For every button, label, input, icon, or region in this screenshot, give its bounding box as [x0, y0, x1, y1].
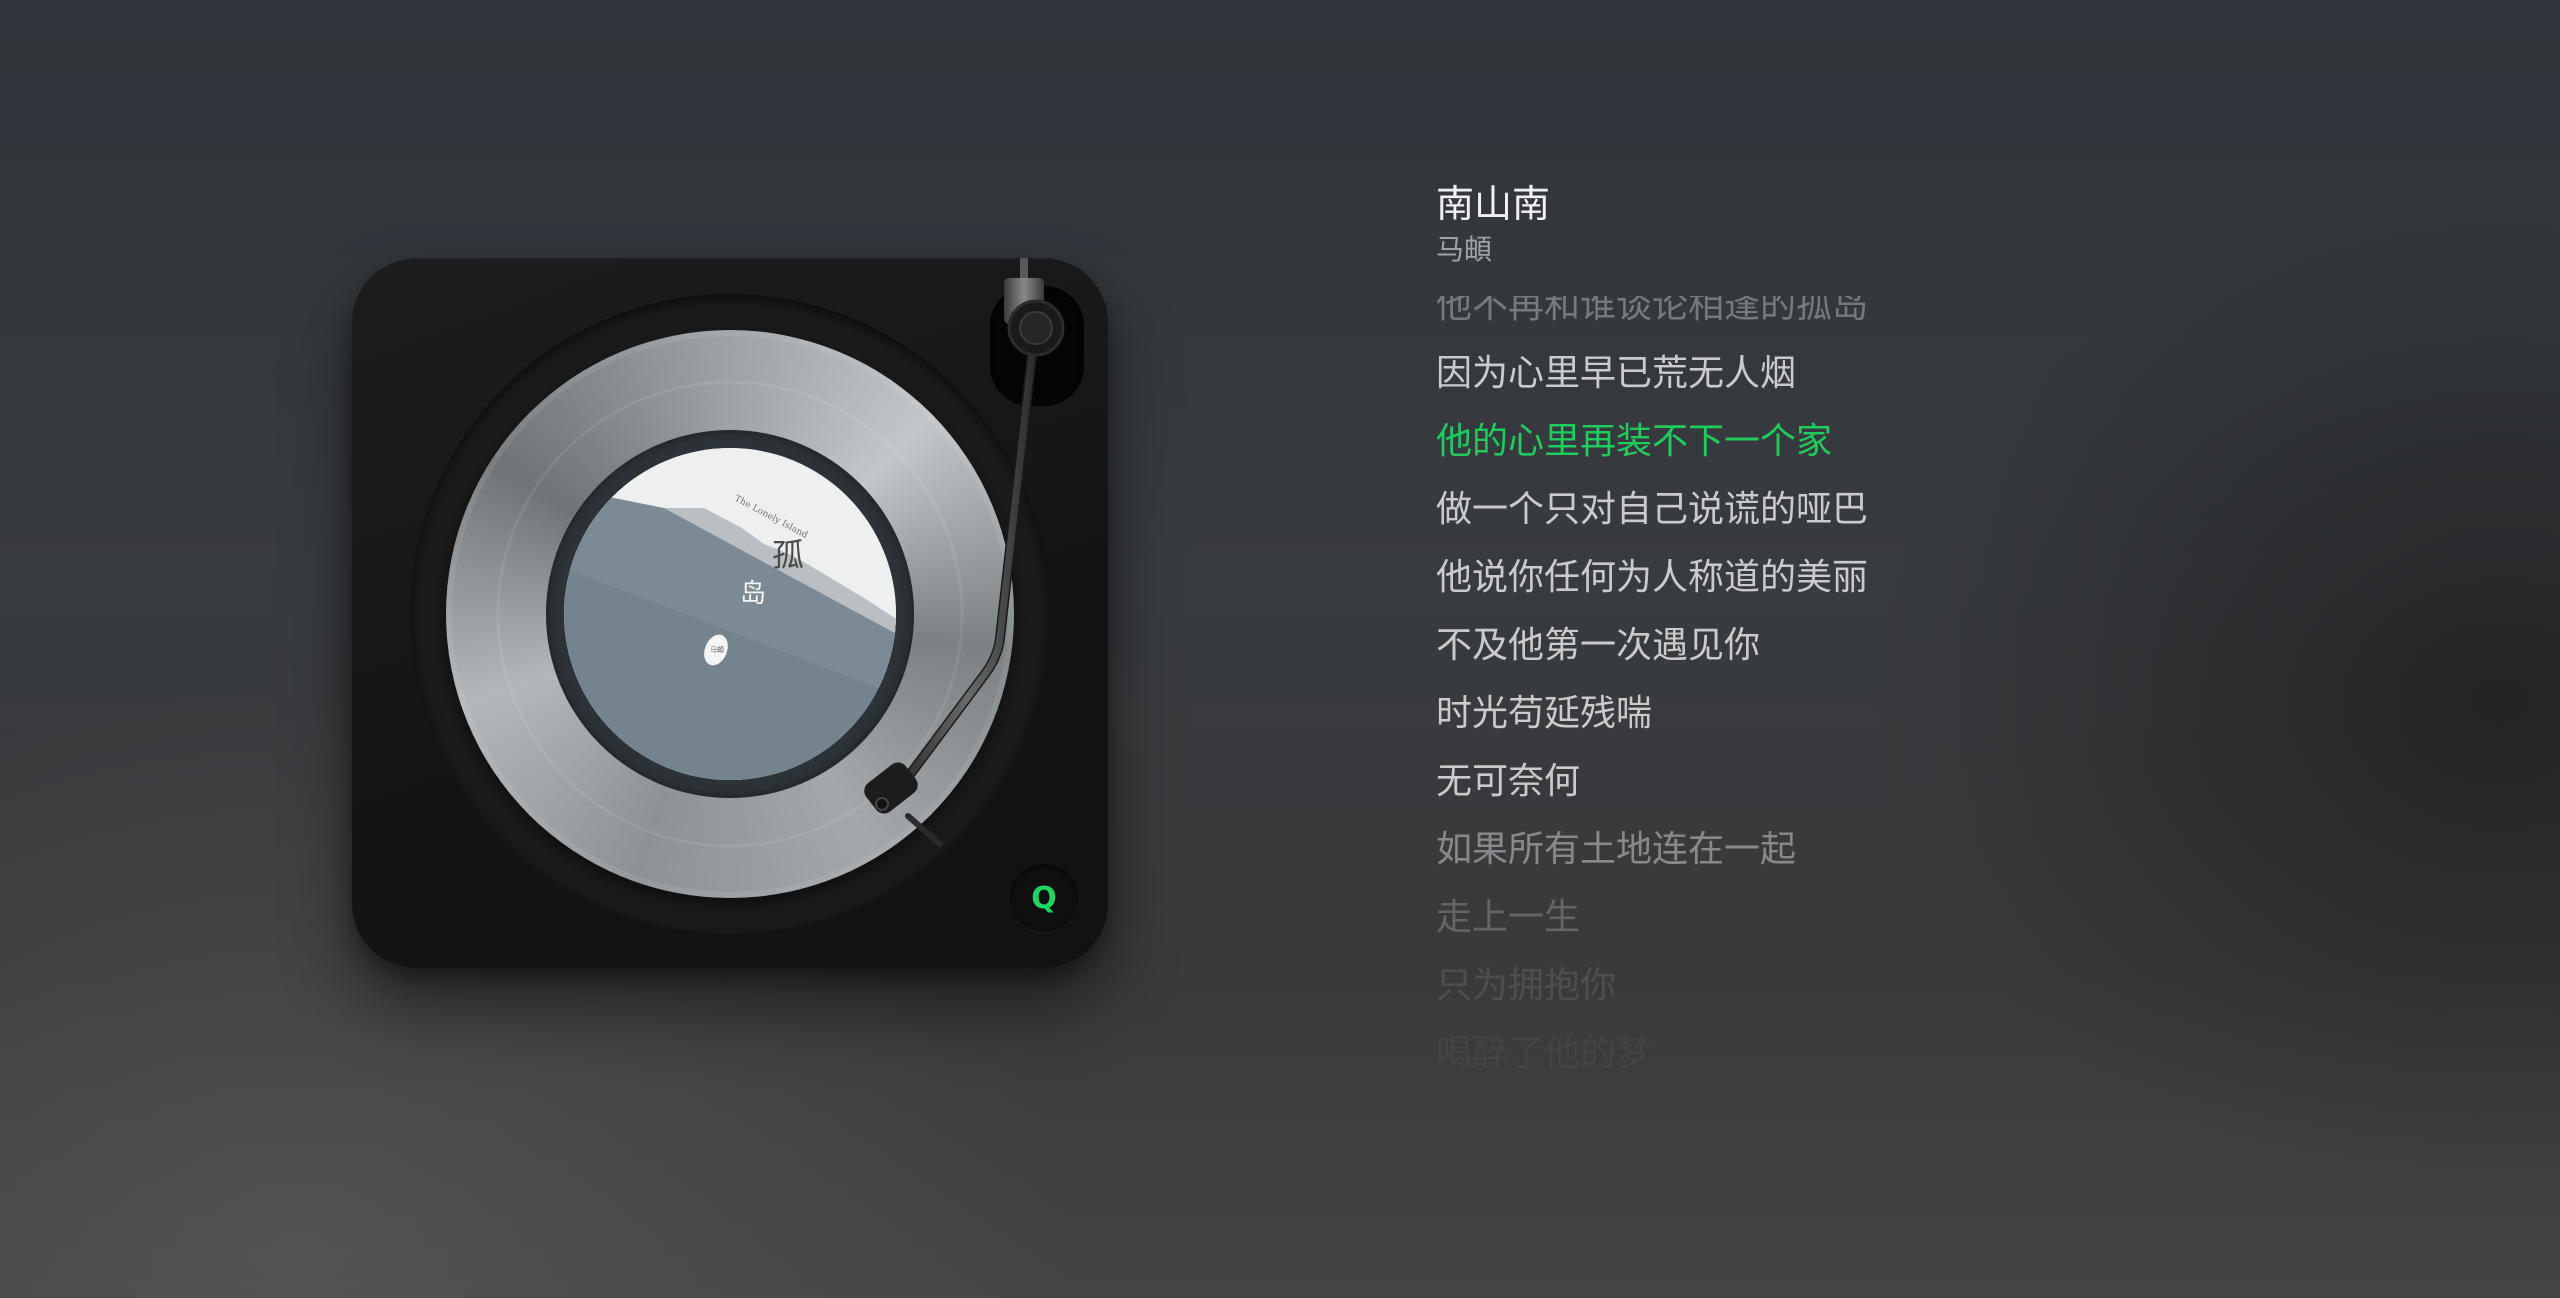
lyric-line[interactable]: 做一个只对自己说谎的哑巴 — [1436, 476, 1868, 544]
lyric-line[interactable]: 他说你任何为人称道的美丽 — [1436, 544, 1868, 612]
lyric-line[interactable]: 不及他第一次遇见你 — [1436, 612, 1868, 680]
song-artist[interactable]: 马頔 — [1436, 232, 1550, 268]
lyric-line-active[interactable]: 他的心里再装不下一个家 — [1436, 408, 1868, 476]
tonearm-base-slot — [990, 286, 1084, 406]
lyric-line[interactable]: 时光苟延残喘 — [1436, 680, 1868, 748]
lyrics-list: 他不再和谁谈论相逢的孤岛 因为心里早已荒无人烟 他的心里再装不下一个家 做一个只… — [1436, 296, 1868, 1088]
record-label-ring: The Lonely Island 孤 岛 马頔 — [546, 430, 914, 798]
album-title-char-2: 岛 — [740, 579, 766, 609]
turntable-player: The Lonely Island 孤 岛 马頔 Q — [352, 258, 1108, 968]
lyrics-panel[interactable]: 他不再和谁谈论相逢的孤岛 因为心里早已荒无人烟 他的心里再装不下一个家 做一个只… — [1436, 296, 1996, 1096]
vinyl-record[interactable]: The Lonely Island 孤 岛 马頔 — [446, 330, 1014, 898]
lyric-line[interactable]: 他不再和谁谈论相逢的孤岛 — [1436, 296, 1868, 340]
song-info: 南山南 马頔 — [1436, 180, 1550, 268]
q-logo-button[interactable]: Q — [1010, 864, 1078, 932]
lyric-line[interactable]: 如果所有土地连在一起 — [1436, 816, 1868, 884]
lyric-line[interactable]: 因为心里早已荒无人烟 — [1436, 340, 1868, 408]
lyric-line[interactable]: 只为拥抱你 — [1436, 952, 1868, 1020]
album-seal-text: 马頔 — [710, 645, 724, 654]
song-title: 南山南 — [1436, 182, 1551, 226]
lyric-line[interactable]: 无可奈何 — [1436, 748, 1868, 816]
lyric-line[interactable]: 走上一生 — [1436, 884, 1868, 952]
album-title-char-1: 孤 — [772, 536, 804, 574]
lyric-line[interactable]: 喝醉了他的梦 — [1436, 1020, 1868, 1088]
album-cover-art: The Lonely Island 孤 岛 马頔 — [564, 448, 896, 780]
